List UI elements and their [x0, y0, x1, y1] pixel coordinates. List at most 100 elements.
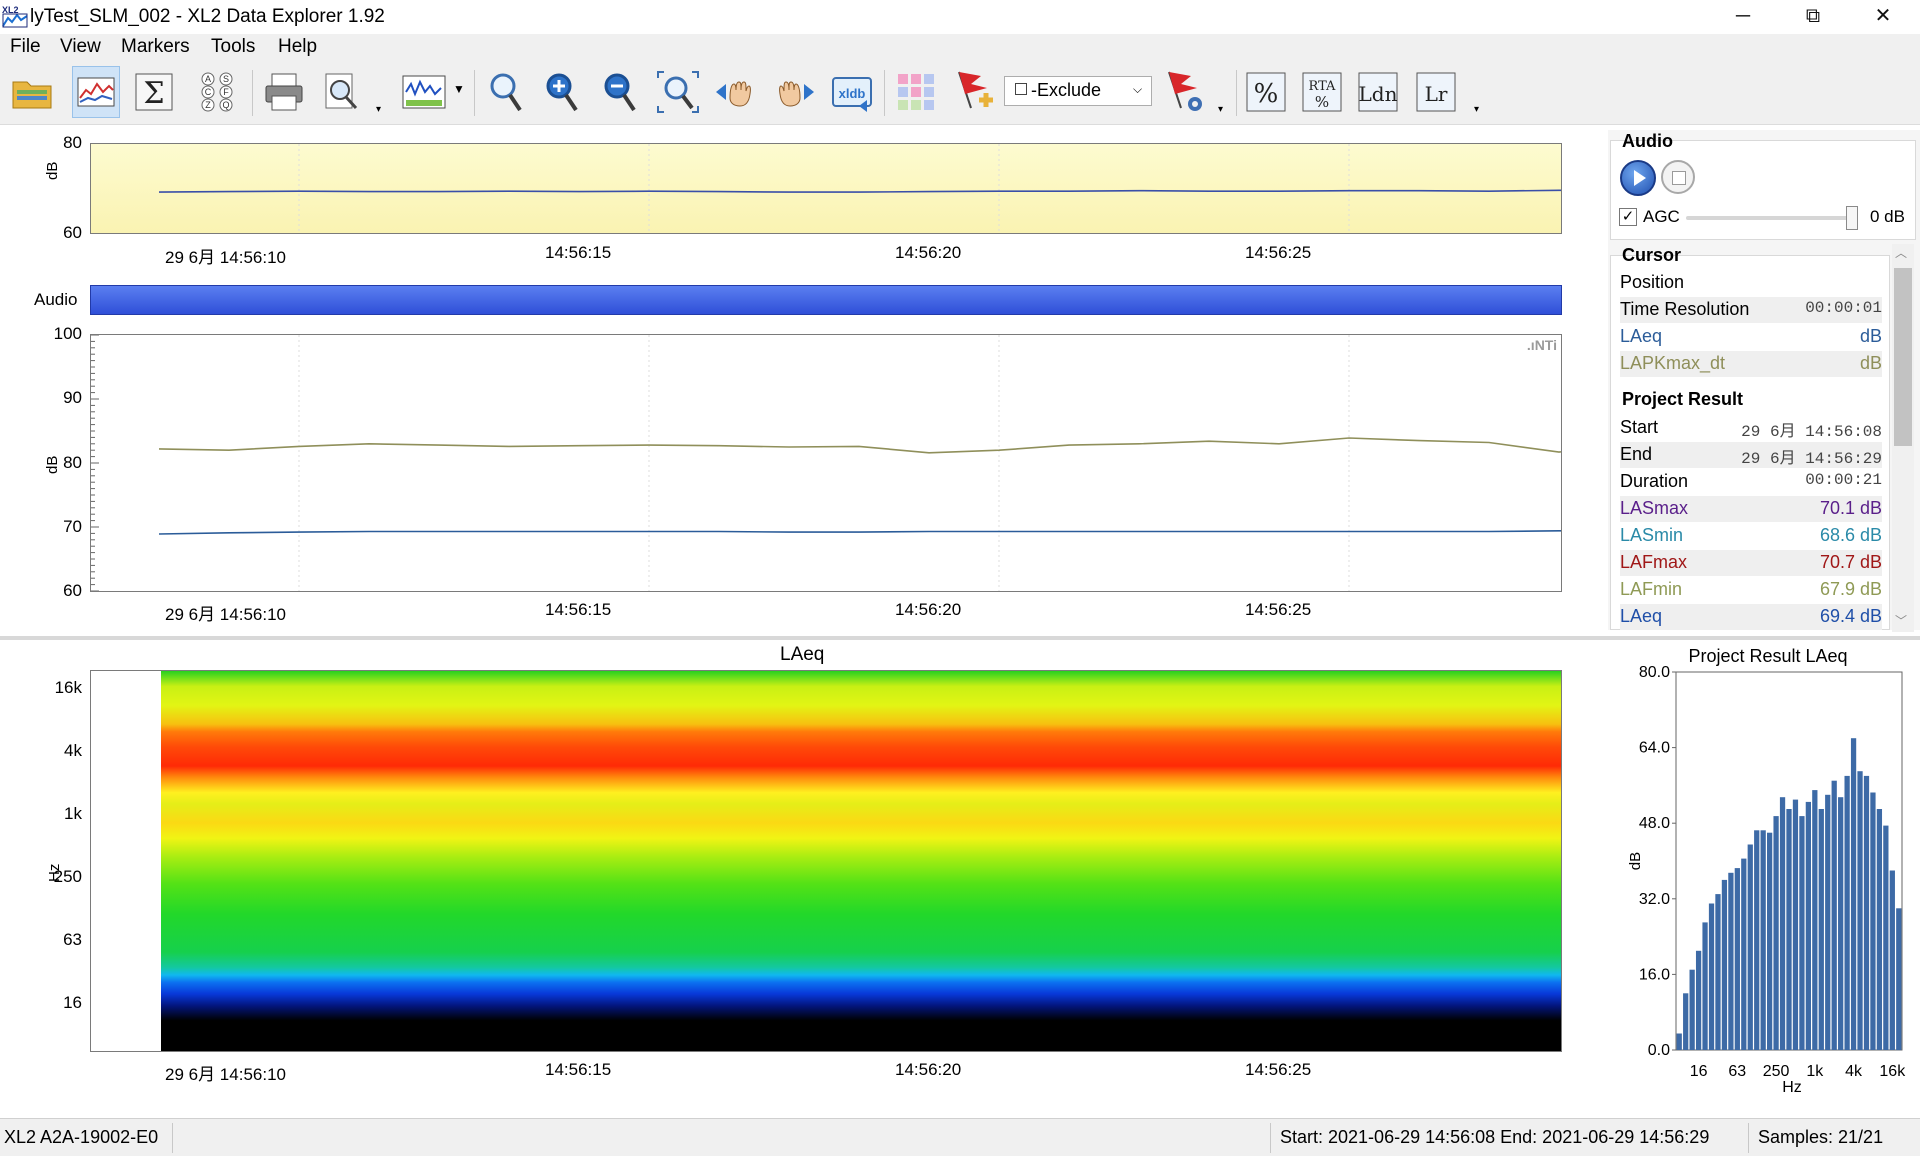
percentile-button[interactable]: % [1242, 66, 1290, 118]
lr-button[interactable]: Lr [1412, 66, 1460, 118]
marker-type-select[interactable]: -Exclude ⌵ [1004, 76, 1152, 106]
cursor-value: dB [1859, 353, 1882, 373]
svg-text:Σ: Σ [143, 76, 164, 111]
sum-button[interactable]: Σ [130, 66, 178, 118]
project-label: LAFmin [1620, 579, 1683, 599]
stop-button[interactable] [1661, 160, 1695, 194]
zoom-out-button[interactable] [596, 66, 644, 118]
lr-icon: Lr [1416, 72, 1456, 112]
bar [1741, 858, 1747, 1050]
bar [1734, 868, 1740, 1050]
restore-button[interactable]: ⧉ [1778, 0, 1848, 34]
dropdown-arrow-icon[interactable]: ▾ [1474, 104, 1479, 115]
bar [1760, 830, 1766, 1050]
dropdown-arrow-icon[interactable]: ▼ [453, 82, 465, 96]
level-plot[interactable]: .ıNTi [90, 334, 1562, 592]
svg-text:Z: Z [205, 100, 211, 110]
ldn-button[interactable]: Ldn [1354, 66, 1402, 118]
pan-left-button[interactable] [712, 66, 760, 118]
zoom-fit-button[interactable] [654, 66, 702, 118]
bar [1695, 950, 1702, 1050]
bar-chart-title: Project Result LAeq [1688, 646, 1847, 666]
status-separator [1748, 1123, 1749, 1153]
abc-button[interactable]: A S C F Z Q [194, 66, 242, 118]
close-button[interactable]: ✕ [1848, 0, 1918, 34]
zoom-button[interactable] [482, 66, 530, 118]
scroll-up-icon[interactable]: ︿ [1895, 244, 1907, 261]
play-button[interactable] [1620, 160, 1656, 196]
cursor-label: Time Resolution [1620, 299, 1750, 319]
play-icon [1634, 170, 1646, 186]
bar [1721, 879, 1728, 1050]
scrollbar-thumb[interactable] [1894, 268, 1912, 446]
bar [1850, 738, 1857, 1050]
exclude-checkbox-icon [1015, 83, 1027, 95]
x-tick: 14:56:15 [545, 600, 612, 619]
series-line-laeq [158, 529, 1561, 535]
bar [1715, 894, 1721, 1050]
minimize-button[interactable]: ─ [1708, 0, 1778, 34]
bar [1863, 775, 1870, 1050]
overview-plot[interactable] [90, 143, 1562, 234]
menu-tools[interactable]: Tools [211, 36, 255, 58]
spectrogram-plot[interactable] [90, 670, 1562, 1052]
open-folder-button[interactable] [8, 66, 56, 118]
print-button[interactable] [260, 66, 308, 118]
print-preview-button[interactable] [318, 66, 366, 118]
menu-markers[interactable]: Markers [121, 36, 190, 58]
zoom-in-button[interactable] [538, 66, 586, 118]
xldb-export-button[interactable]: xldb [828, 66, 876, 118]
project-value: 67.9 dB [1819, 579, 1882, 599]
bar [1676, 1033, 1682, 1050]
bar-y-tick: 64.0 [1639, 740, 1670, 757]
flag-add-icon [958, 71, 993, 109]
dropdown-arrow-icon[interactable]: ▾ [376, 104, 381, 115]
add-marker-button[interactable] [950, 66, 998, 118]
level-plot-svg [91, 335, 1561, 591]
y-axis-label: Hz [46, 863, 63, 882]
audio-panel-title: Audio [1622, 131, 1673, 151]
dropdown-arrow-icon[interactable]: ▾ [1218, 104, 1223, 115]
exclude-label: -Exclude [1031, 80, 1102, 100]
audio-track-bar[interactable] [90, 285, 1562, 315]
bar [1857, 771, 1863, 1050]
print-preview-icon [325, 73, 358, 110]
x-tick: 29 6月 14:56:10 [165, 248, 286, 267]
rta-percentile-button[interactable]: RTA % [1298, 66, 1346, 118]
hand-left-icon [716, 81, 751, 107]
project-row: LASmin 68.6 dB [1620, 523, 1882, 549]
gain-slider-track[interactable] [1686, 216, 1856, 220]
nti-logo: .ıNTi [1526, 337, 1557, 353]
project-label: Duration [1620, 471, 1689, 491]
svg-text:F: F [223, 87, 229, 97]
gain-slider-handle[interactable] [1846, 206, 1858, 230]
agc-checkbox[interactable]: ✓ [1619, 208, 1637, 226]
toolbar-separator [884, 70, 885, 116]
flag-gear-icon [1168, 71, 1202, 111]
pan-right-button[interactable] [770, 66, 818, 118]
project-label: LASmax [1620, 498, 1689, 518]
time-chart-button[interactable] [72, 66, 120, 118]
bar-y-tick: 16.0 [1639, 966, 1670, 983]
spectrogram-image [161, 671, 1561, 1051]
marker-settings-button[interactable] [1160, 66, 1208, 118]
spectrogram-title: LAeq [780, 644, 825, 665]
chevron-down-icon: ⌵ [1133, 82, 1143, 96]
project-value: 29 6月 14:56:29 [1741, 450, 1882, 468]
svg-text:A: A [205, 74, 211, 84]
bar [1786, 809, 1792, 1050]
menu-file[interactable]: File [10, 36, 41, 58]
y-axis-label: dB [44, 161, 61, 180]
toolbar-separator [474, 70, 475, 116]
project-row: End 29 6月 14:56:29 [1620, 442, 1882, 468]
svg-text:S: S [223, 74, 229, 84]
y-tick: 80 [63, 133, 82, 152]
chart-type-button[interactable] [400, 66, 448, 118]
scroll-down-icon[interactable]: ﹀ [1895, 612, 1907, 629]
menu-view[interactable]: View [60, 36, 101, 58]
ldn-icon: Ldn [1358, 72, 1398, 112]
menu-help[interactable]: Help [278, 36, 317, 58]
layout-button[interactable] [892, 66, 940, 118]
status-bar: XL2 A2A-19002-E0 Start: 2021-06-29 14:56… [0, 1118, 1920, 1156]
series-line-lapkmax_dt [158, 437, 1561, 454]
